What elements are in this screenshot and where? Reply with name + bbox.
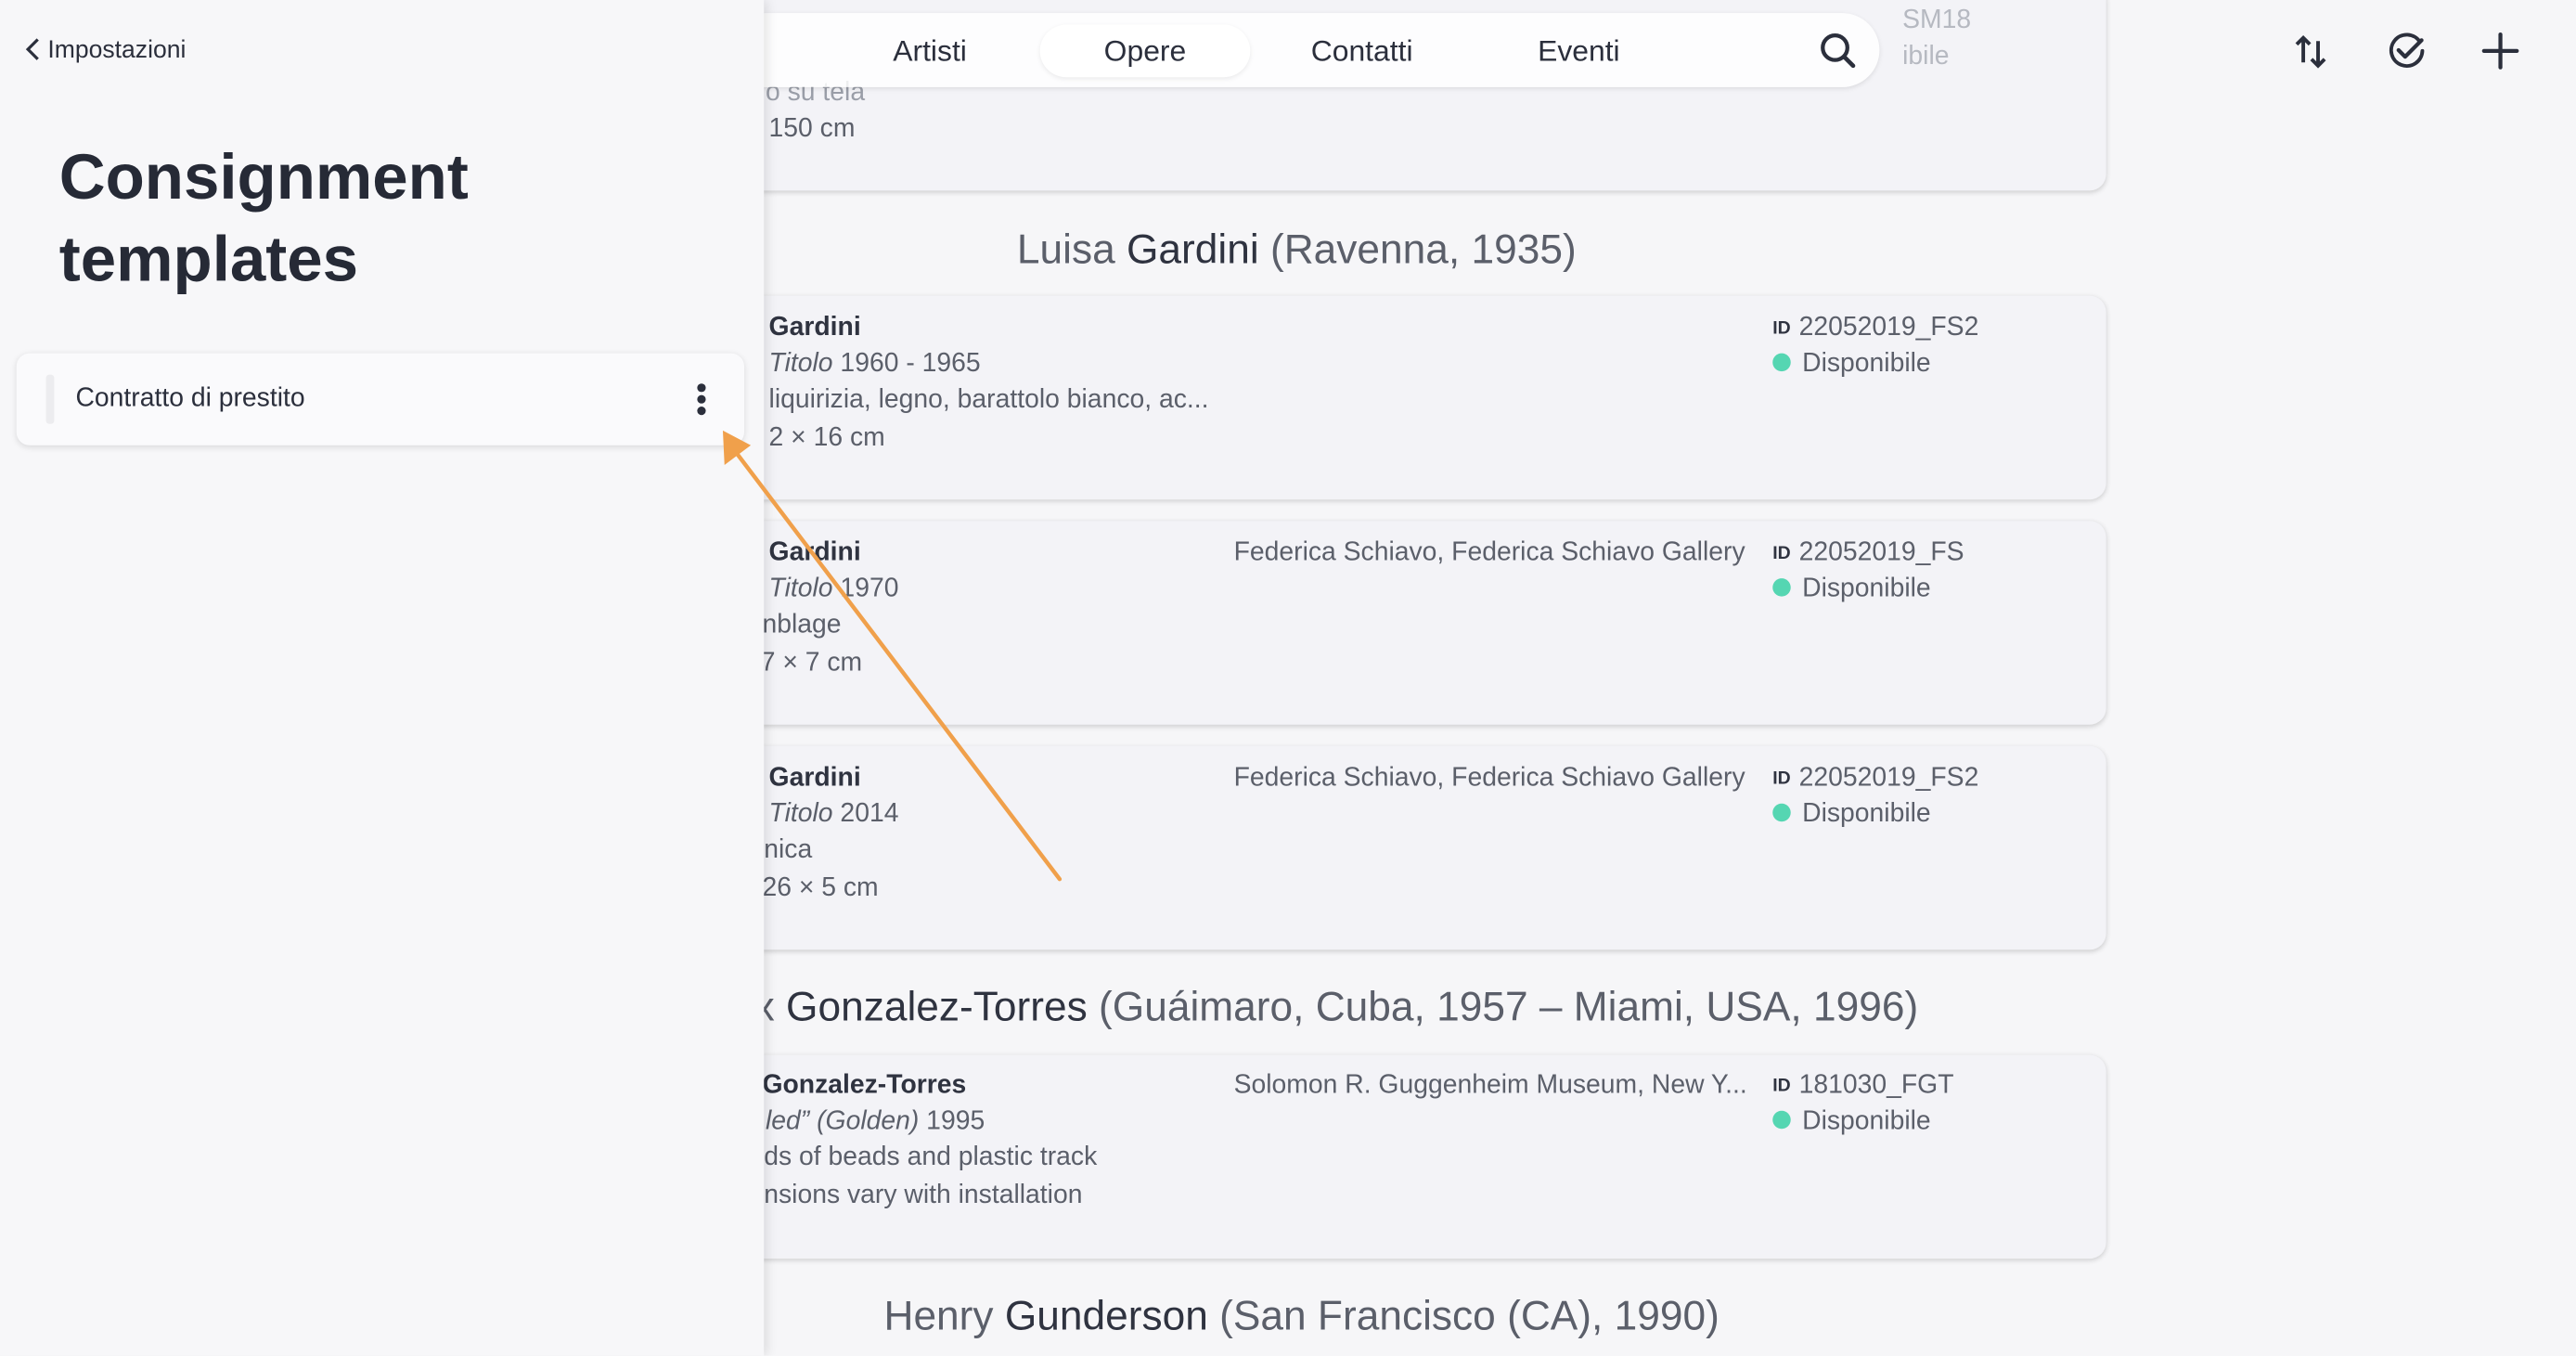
work-dimensions: 150 cm [768, 114, 856, 144]
work-card[interactable]: Gardini Titolo 1970 nblage 7 × 7 cm Fede… [732, 521, 2106, 725]
work-owner: Federica Schiavo, Federica Schiavo Galle… [1233, 538, 1745, 567]
work-dimensions: 2 × 16 cm [768, 423, 885, 452]
tab-contatti[interactable]: Contatti [1277, 25, 1448, 78]
work-medium: nblage [762, 611, 842, 639]
work-card[interactable]: Gardini Titolo 2014 nica 26 × 5 cm Feder… [732, 745, 2106, 950]
work-artist: Gardini [768, 538, 861, 567]
work-dimensions: 7 × 7 cm [760, 649, 863, 678]
work-status: ibile [1902, 43, 1950, 71]
artist-first-name: Luisa [1016, 226, 1127, 273]
work-title: Titolo [768, 575, 833, 603]
plus-icon[interactable] [2476, 26, 2525, 75]
work-year: 2014 [832, 800, 899, 829]
drag-handle[interactable] [45, 374, 55, 424]
back-label: Impostazioni [47, 35, 187, 65]
work-owner: Solomon R. Guggenheim Museum, New Y... [1233, 1071, 1747, 1100]
artist-details: (San Francisco (CA), 1990) [1207, 1293, 1719, 1339]
work-id: SM18 [1902, 6, 1972, 35]
template-name: Contratto di prestito [75, 384, 305, 413]
status-dot [1772, 803, 1791, 822]
top-navigation: Artisti Opere Contatti Eventi [732, 13, 1880, 87]
page-title: Consignment templates [58, 143, 469, 296]
artist-last-name: Gonzalez-Torres [786, 984, 1088, 1031]
work-id: 22052019_FS [1798, 538, 1964, 567]
artist-details: (Ravenna, 1935) [1258, 226, 1577, 273]
work-owner: Federica Schiavo, Federica Schiavo Galle… [1233, 764, 1745, 793]
check-circle-icon[interactable] [2382, 26, 2431, 75]
tab-artisti[interactable]: Artisti [844, 25, 1015, 78]
tab-opere[interactable]: Opere [1039, 24, 1251, 78]
id-label: ID [1772, 1076, 1791, 1096]
work-card[interactable]: Gonzalez-Torres led” (Golden) 1995 ds of… [732, 1054, 2106, 1259]
work-status: Disponibile [1802, 350, 1931, 379]
work-year: 1995 [919, 1107, 985, 1136]
work-year: 1960 - 1965 [832, 350, 981, 379]
back-button[interactable]: Impostazioni [25, 32, 187, 69]
artist-heading[interactable]: Henry Gunderson (San Francisco (CA), 199… [883, 1290, 1719, 1343]
work-artist: Gardini [768, 314, 861, 342]
work-artist: Gardini [768, 764, 861, 793]
status-dot [1772, 578, 1791, 597]
work-medium: liquirizia, legno, barattolo bianco, ac.… [768, 386, 1209, 415]
work-dimensions: nsions vary with installation [764, 1181, 1083, 1210]
work-title: Titolo [768, 350, 833, 379]
work-status: Disponibile [1802, 1107, 1931, 1136]
chevron-left-icon [25, 38, 39, 60]
work-title: led” (Golden) [766, 1107, 920, 1136]
id-label: ID [1772, 768, 1791, 789]
work-id: 181030_FGT [1798, 1071, 1954, 1100]
work-status: Disponibile [1802, 800, 1931, 829]
id-label: ID [1772, 318, 1791, 339]
artist-details: (Guáimaro, Cuba, 1957 – Miami, USA, 1996… [1087, 984, 1919, 1031]
artist-heading[interactable]: x Gonzalez-Torres (Guáimaro, Cuba, 1957 … [754, 981, 1919, 1034]
work-medium: ds of beads and plastic track [764, 1143, 1098, 1172]
tab-eventi[interactable]: Eventi [1493, 25, 1664, 78]
more-vertical-icon[interactable] [680, 376, 723, 422]
work-id: 22052019_FS2 [1798, 314, 1979, 342]
settings-sidebar: Impostazioni Consignment templates Contr… [0, 0, 765, 1356]
artist-last-name: Gunderson [1004, 1293, 1208, 1339]
work-card[interactable]: Gardini Titolo 1960 - 1965 liquirizia, l… [732, 295, 2106, 500]
work-title: Titolo [768, 800, 833, 829]
work-medium: nica [764, 836, 813, 865]
work-year: 1970 [832, 575, 899, 603]
id-label: ID [1772, 544, 1791, 564]
work-id: 22052019_FS2 [1798, 764, 1979, 793]
template-list-item[interactable]: Contratto di prestito [16, 353, 744, 446]
artist-heading[interactable]: Luisa Gardini (Ravenna, 1935) [1017, 224, 1577, 277]
work-status: Disponibile [1802, 575, 1931, 603]
work-dimensions: 26 × 5 cm [762, 873, 879, 902]
artist-first-name: Henry [883, 1293, 1005, 1339]
work-artist: Gonzalez-Torres [762, 1071, 967, 1100]
status-dot [1772, 353, 1791, 372]
search-icon[interactable] [1814, 26, 1863, 75]
artist-last-name: Gardini [1126, 226, 1259, 273]
status-dot [1772, 1110, 1791, 1130]
sort-icon[interactable] [2286, 26, 2336, 75]
